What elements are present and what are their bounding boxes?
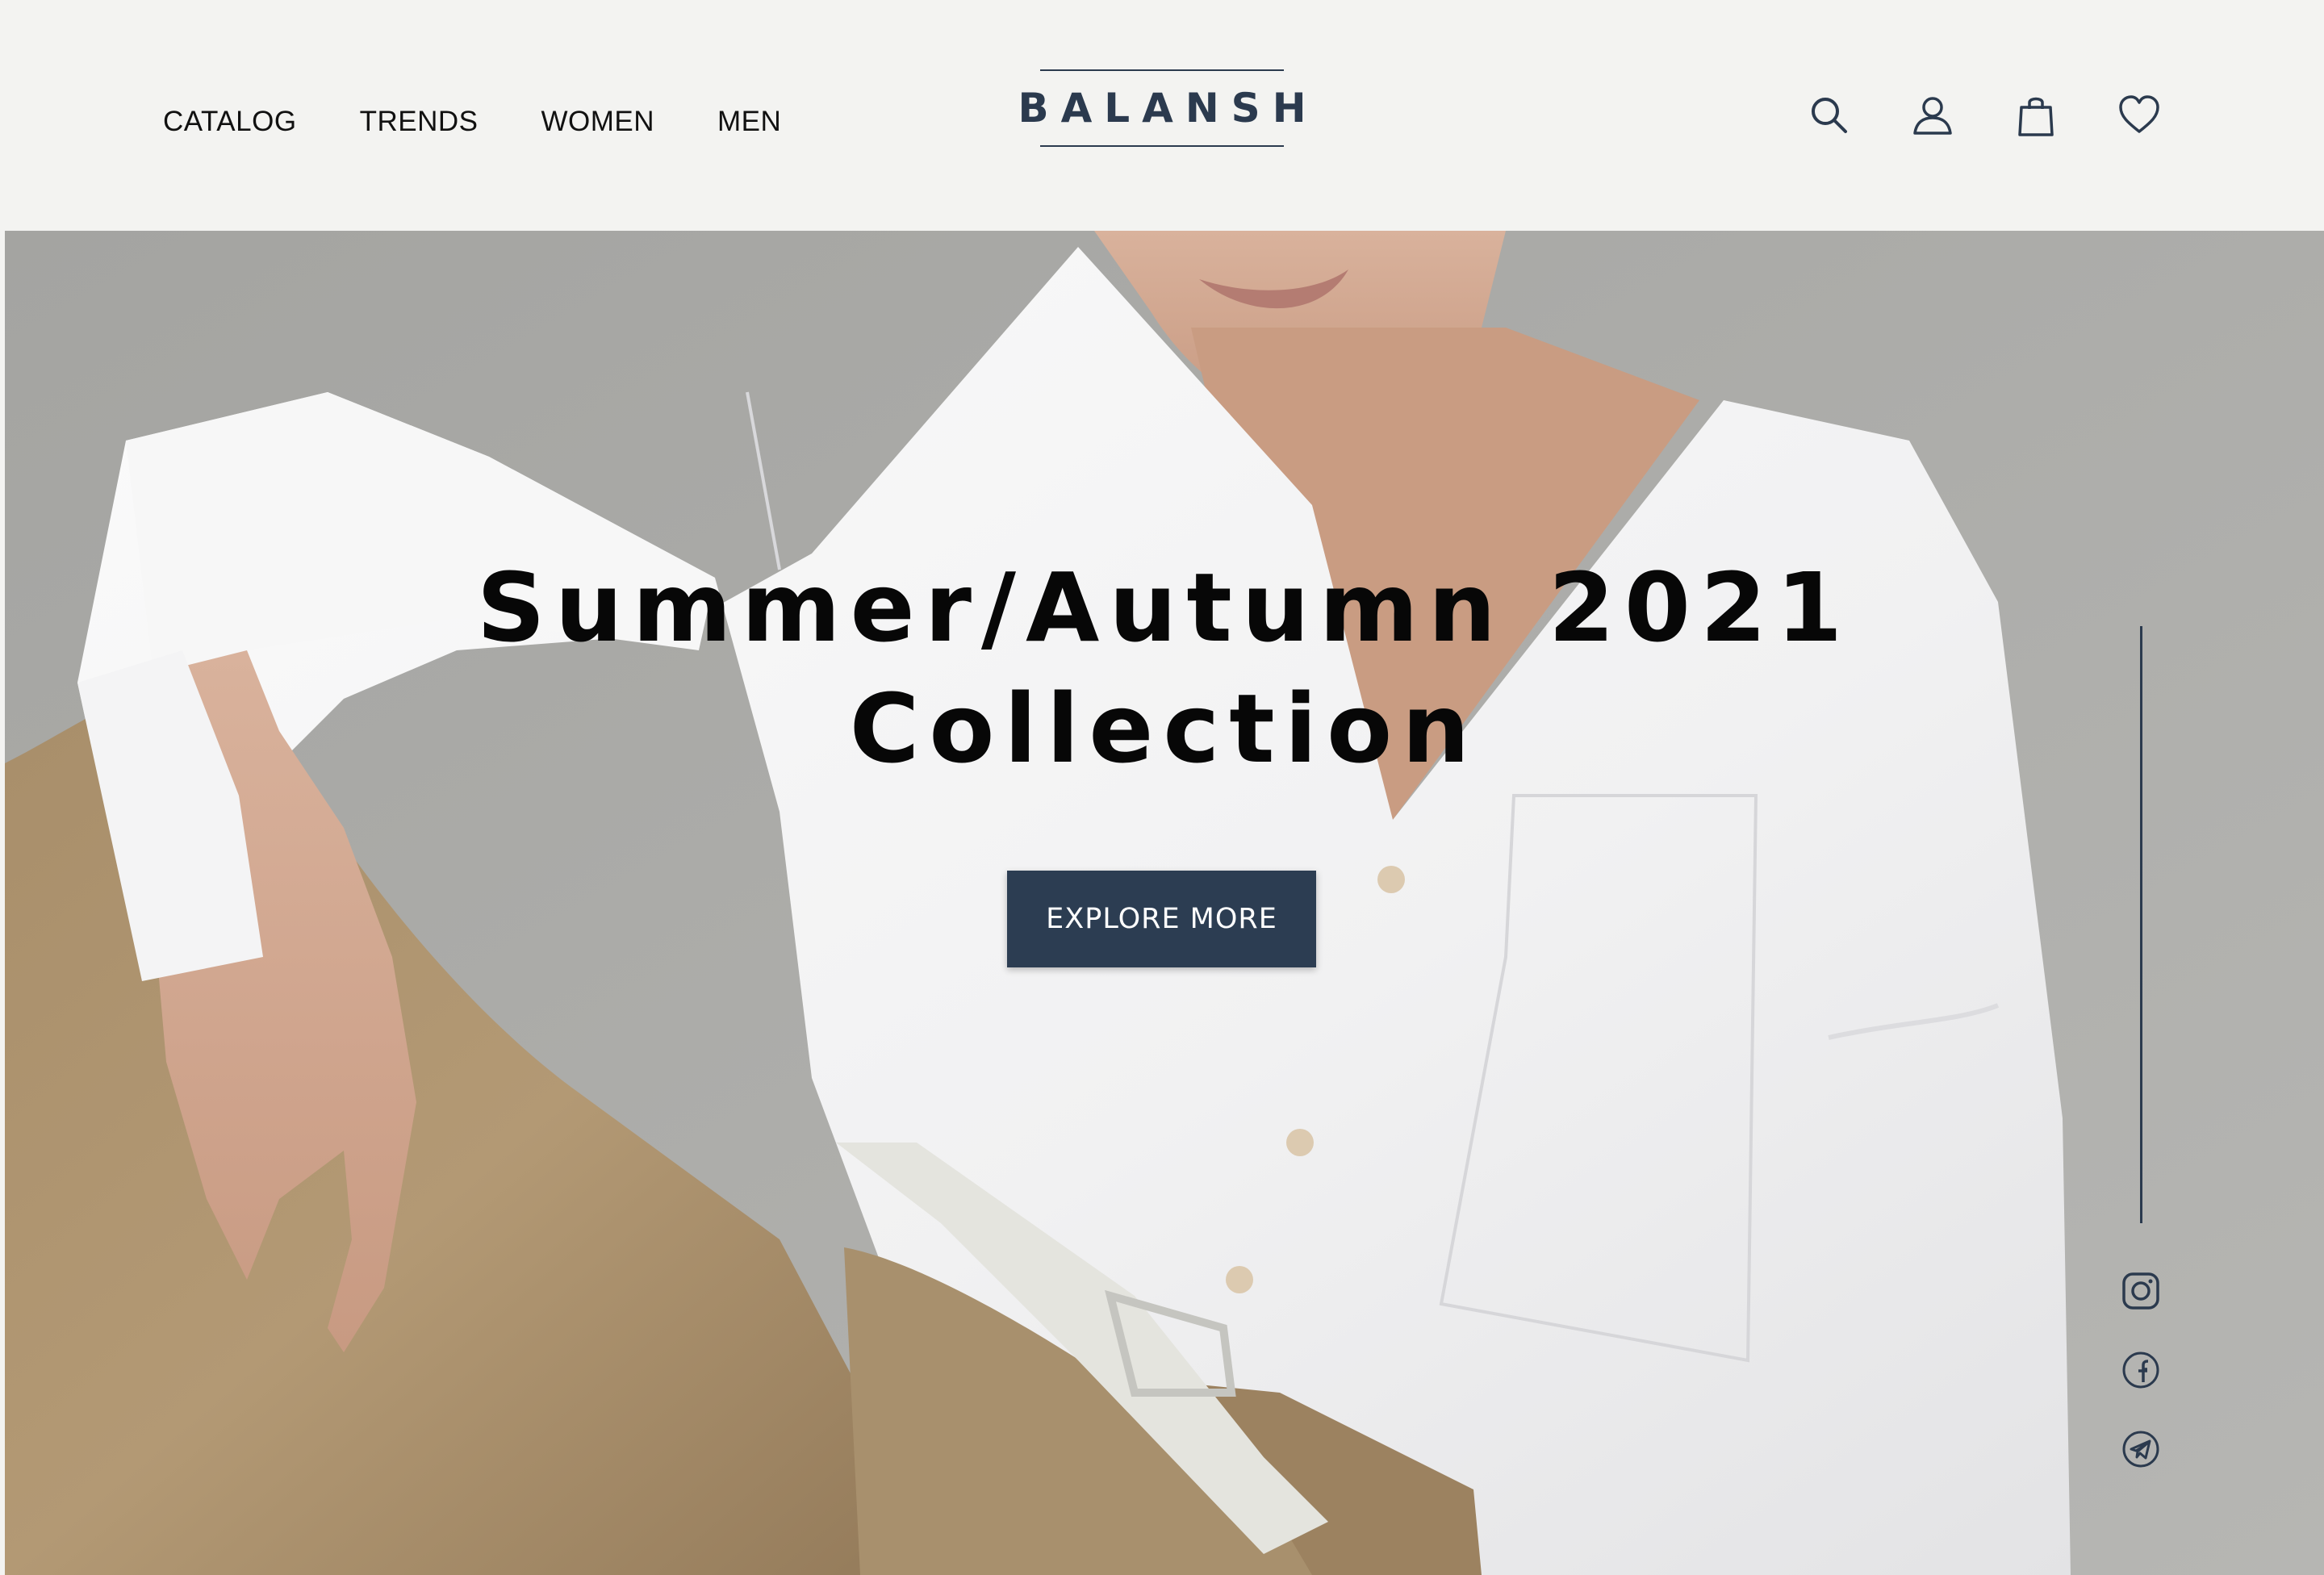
cart-button[interactable] [2013,92,2059,139]
brand-logo[interactable]: BALANSH [1018,69,1306,147]
shopping-bag-icon [2018,97,2054,136]
hero-headline-line2: Collection [849,673,1480,784]
hero-headline-line1: Summer/Autumn 2021 [476,552,1853,663]
wishlist-button[interactable] [2116,92,2163,139]
instagram-icon [2122,1272,2159,1310]
facebook-icon [2122,1351,2159,1389]
explore-more-button[interactable]: EXPLORE MORE [1007,871,1316,967]
nav-item-women[interactable]: WOMEN [541,103,654,140]
heart-icon [2119,95,2159,133]
brand-logo-text: BALANSH [1018,85,1319,132]
user-icon [1913,97,1952,135]
account-button[interactable] [1909,92,1956,139]
search-button[interactable] [1806,92,1853,139]
nav-item-catalog[interactable]: CATALOG [163,103,297,140]
vertical-divider [2140,626,2142,1223]
header-icons [1806,92,2163,139]
instagram-link[interactable] [2121,1271,2161,1311]
hero-headline: Summer/Autumn 2021 Collection [5,547,2324,789]
site-header: CATALOG TRENDS WOMEN MEN BALANSH [0,0,2324,231]
facebook-link[interactable] [2121,1350,2161,1390]
search-icon [1812,98,1847,133]
main-nav: CATALOG TRENDS WOMEN MEN [163,103,844,140]
telegram-link[interactable] [2121,1429,2161,1469]
nav-item-trends[interactable]: TRENDS [360,103,479,140]
telegram-icon [2122,1431,2159,1468]
hero-banner: Summer/Autumn 2021 Collection EXPLORE MO… [5,231,2324,1575]
nav-item-men[interactable]: MEN [717,103,781,140]
